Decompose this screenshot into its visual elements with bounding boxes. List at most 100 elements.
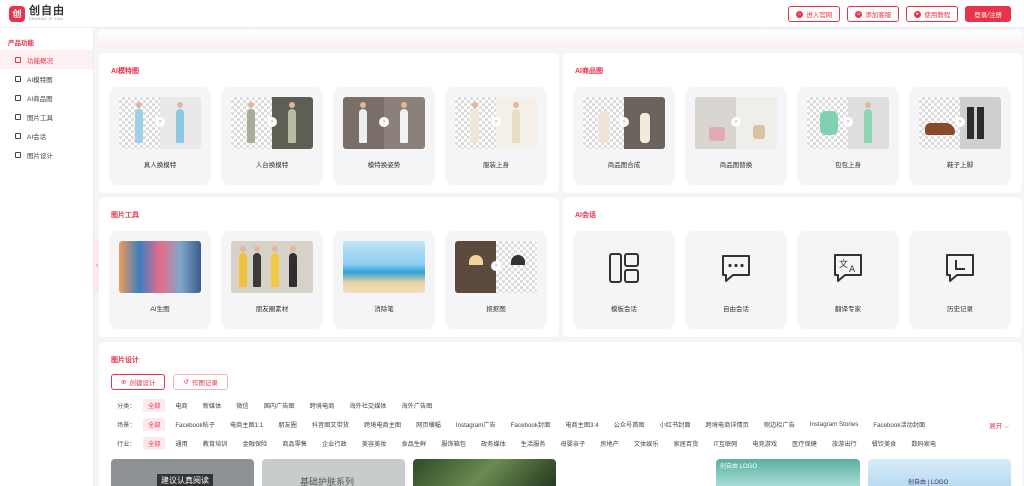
chip[interactable]: 教育培训 — [198, 437, 233, 450]
translate-icon: 文A — [834, 254, 862, 282]
card-label: 真人换模特 — [143, 162, 177, 169]
chip[interactable]: 母婴亲子 — [556, 437, 591, 450]
visit-site-button[interactable]: ⌂ 进入官网 — [788, 6, 841, 22]
tutorial-button[interactable]: ▸ 使用教程 — [906, 6, 959, 22]
login-button[interactable]: 登录/注册 — [965, 6, 1011, 22]
card-translator[interactable]: 文A 翻译专家 — [797, 231, 899, 329]
chip[interactable]: Instagram广告 — [451, 418, 501, 431]
chip[interactable]: 数码家电 — [906, 437, 941, 450]
design-icon — [15, 151, 21, 158]
chip[interactable]: 跨境电商 — [305, 399, 340, 412]
chip[interactable]: 朋友圈 — [273, 418, 302, 431]
sidebar-item-ai-product[interactable]: AI商品图 — [0, 88, 93, 107]
design-history-label: 作图记录 — [191, 380, 218, 387]
sidebar-item-label: 功能概况 — [27, 57, 53, 65]
chip[interactable]: 侧边栏广告 — [759, 418, 800, 431]
template-thumb[interactable]: 基础护肤系列 — [262, 459, 405, 486]
template-thumb[interactable]: 建议认真阅读 — [111, 459, 254, 486]
chip[interactable]: 全部 — [143, 437, 166, 450]
card-free-chat[interactable]: 自由会话 — [685, 231, 787, 329]
card-label: 模板会话 — [611, 306, 637, 313]
chip[interactable]: Facebook封面 — [506, 418, 556, 431]
card-shoes-on-feet[interactable]: › 鞋子上脚 — [909, 87, 1011, 185]
card-image — [119, 241, 201, 293]
card-real-model-swap[interactable]: › 真人换模特 — [109, 87, 211, 185]
chip[interactable]: 家居百货 — [669, 437, 704, 450]
card-image: › — [583, 97, 665, 149]
chip[interactable]: 小红书封面 — [655, 418, 696, 431]
chip[interactable]: 餐饮美食 — [867, 437, 902, 450]
chip[interactable]: 抖音图文带货 — [307, 418, 354, 431]
card-template-chat[interactable]: 模板会话 — [573, 231, 675, 329]
template-layout-icon — [609, 253, 639, 283]
card-product-replace[interactable]: › 商品图替换 — [685, 87, 787, 185]
brand-sub: CHUANG ZI YOU — [29, 16, 64, 21]
chat-icon — [15, 132, 21, 139]
brand-logo[interactable]: 创 创自由 CHUANG ZI YOU — [9, 4, 65, 22]
chip[interactable]: 海外广告图 — [397, 399, 438, 412]
card-bag-on-body[interactable]: › 包包上身 — [797, 87, 899, 185]
chip[interactable]: 金融保险 — [238, 437, 273, 450]
chip[interactable]: 公众号首图 — [609, 418, 650, 431]
brand-name: 创自由 — [29, 4, 65, 17]
chip[interactable]: 微信 — [231, 399, 253, 412]
chip[interactable]: IT互联网 — [708, 437, 742, 450]
create-design-button[interactable]: ⊕ 创建设计 — [111, 374, 166, 390]
add-service-button[interactable]: ☺ 添加客服 — [847, 6, 900, 22]
chip[interactable]: 跨境电商详情页 — [701, 418, 754, 431]
chip[interactable]: Instagram Stories — [805, 419, 864, 430]
history-clock-icon — [946, 254, 974, 282]
chip[interactable]: 医疗保健 — [787, 437, 822, 450]
chip[interactable]: 国内广告图 — [259, 399, 300, 412]
card-pose-change[interactable]: › 模特换姿势 — [333, 87, 435, 185]
sidebar-item-overview[interactable]: 功能概况 — [0, 50, 93, 69]
chip[interactable]: 全部 — [143, 418, 166, 431]
chip[interactable]: 全部 — [143, 399, 166, 412]
sidebar-item-ai-chat[interactable]: AI会话 — [0, 126, 93, 145]
chip[interactable]: 房地产 — [595, 437, 624, 450]
card-image — [343, 241, 425, 293]
card-product-compose[interactable]: › 商品图合成 — [573, 87, 675, 185]
sidebar-item-ai-model[interactable]: AI模特图 — [0, 69, 93, 88]
chip[interactable]: 电商 — [170, 399, 192, 412]
chip[interactable]: 商品零售 — [277, 437, 312, 450]
chip[interactable]: 食品生鲜 — [397, 437, 432, 450]
chip[interactable]: 电竞游戏 — [747, 437, 782, 450]
chip[interactable]: 政务媒体 — [476, 437, 511, 450]
chip[interactable]: 生活服务 — [516, 437, 551, 450]
chip[interactable]: 跨境电商主图 — [359, 418, 406, 431]
template-thumb[interactable]: 创自由 | LOGO — [868, 459, 1011, 486]
grid-icon — [15, 56, 21, 63]
arrow-right-icon: › — [843, 117, 853, 127]
chip[interactable]: 旅游出行 — [827, 437, 862, 450]
card-cutout[interactable]: › 抠抠图 — [445, 231, 547, 329]
chat-bubble-icon — [722, 255, 750, 282]
chip[interactable]: Facebook帖子 — [170, 418, 220, 431]
card-image — [231, 241, 313, 293]
card-history[interactable]: 历史记录 — [909, 231, 1011, 329]
chip[interactable]: 网页横幅 — [411, 418, 446, 431]
chip[interactable]: 海外社交媒体 — [344, 399, 391, 412]
chip[interactable]: 文体娱乐 — [629, 437, 664, 450]
card-image: › — [343, 97, 425, 149]
chip[interactable]: 电商主图3:4 — [560, 418, 603, 431]
card-moments-material[interactable]: 朋友圈素材 — [221, 231, 323, 329]
card-eraser[interactable]: 消除笔 — [333, 231, 435, 329]
chip[interactable]: 电商主图1:1 — [225, 418, 268, 431]
chip[interactable]: 通用 — [170, 437, 192, 450]
template-thumb[interactable]: 创自由 LOGO — [716, 459, 860, 486]
chip[interactable]: 美容美妆 — [357, 437, 392, 450]
chip[interactable]: 企业行政 — [317, 437, 352, 450]
card-mannequin-swap[interactable]: › 人台换模特 — [221, 87, 323, 185]
design-history-button[interactable]: ↺ 作图记录 — [173, 374, 228, 390]
chip[interactable]: 新媒体 — [198, 399, 227, 412]
sidebar-item-image-tools[interactable]: 图片工具 — [0, 107, 93, 126]
chip[interactable]: 服饰箱包 — [436, 437, 471, 450]
card-ai-generate[interactable]: AI生图 — [109, 231, 211, 329]
expand-button[interactable]: 展开 ⌵ — [989, 420, 1009, 431]
card-garment-on-body[interactable]: › 服装上身 — [445, 87, 547, 185]
sidebar-title: 产品功能 — [8, 40, 34, 47]
chip[interactable]: Facebook活动封面 — [868, 418, 930, 431]
template-thumb[interactable] — [413, 459, 556, 486]
sidebar-item-image-design[interactable]: 图片设计 — [0, 145, 93, 164]
